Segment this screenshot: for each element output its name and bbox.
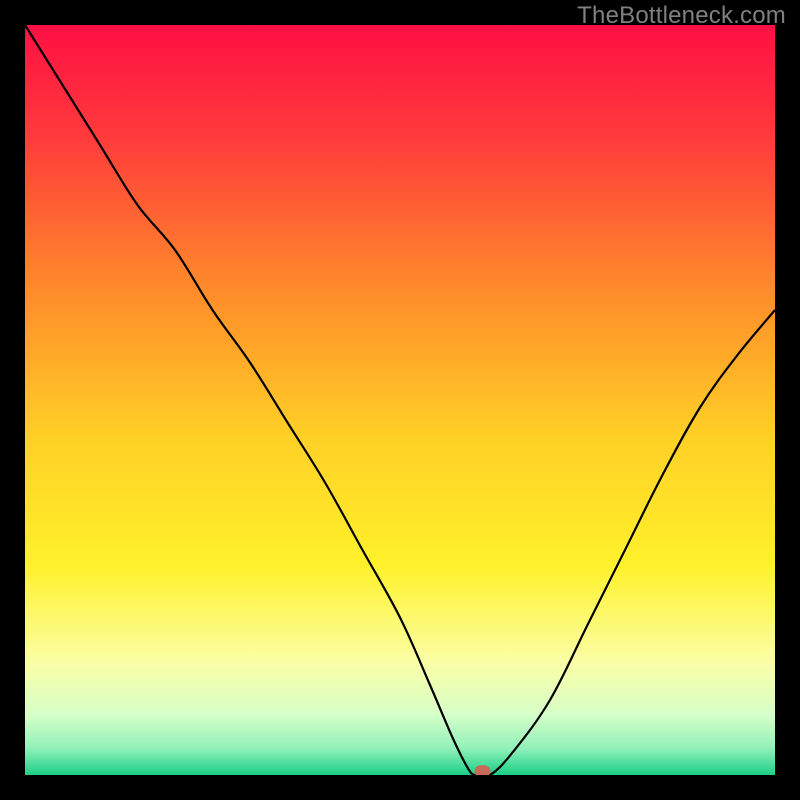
plot-svg (25, 25, 775, 775)
plot-area (25, 25, 775, 775)
optimal-point-marker (475, 765, 491, 775)
watermark-text: TheBottleneck.com (577, 2, 786, 30)
chart-frame: TheBottleneck.com (0, 0, 800, 800)
gradient-background (25, 25, 775, 775)
